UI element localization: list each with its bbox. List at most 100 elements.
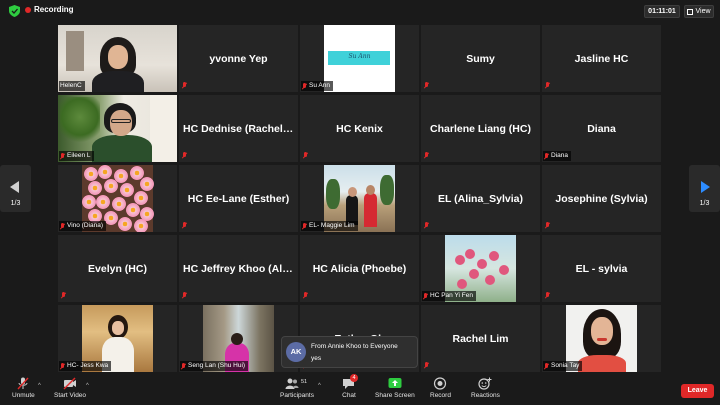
muted-mic-icon: [302, 222, 307, 230]
participant-tile-su-ann[interactable]: Su Ann Su Ann: [300, 25, 419, 92]
muted-mic-icon: [61, 292, 66, 299]
participant-tile-hc-kenix[interactable]: HC Kenix: [300, 95, 419, 162]
muted-mic-icon: [182, 222, 187, 229]
unmute-label: Unmute: [12, 392, 35, 399]
top-bar: Recording 01:11:01 View: [0, 0, 720, 22]
participant-tile-el-sylvia[interactable]: EL - sylvia: [542, 235, 661, 302]
participant-display-name: Jasline HC: [574, 52, 629, 65]
muted-mic-icon: [60, 152, 65, 160]
participants-options-caret-icon[interactable]: ^: [318, 383, 321, 389]
participant-display-name: HC Alicia (Phoebe): [312, 262, 407, 275]
muted-mic-icon: [544, 152, 549, 160]
participant-display-name: HC Kenix: [336, 122, 383, 135]
smiley-plus-icon: [478, 377, 492, 390]
participant-tile-sumy[interactable]: Sumy: [421, 25, 540, 92]
participants-count: 51: [300, 379, 308, 385]
meeting-timer: 01:11:01: [644, 5, 680, 18]
participant-tile-diana[interactable]: Diana Diana: [542, 95, 661, 162]
page-indicator-right: 1/3: [699, 200, 710, 207]
participant-display-name: EL (Alina_Sylvia): [437, 192, 523, 205]
participant-tile-evelyn-hc[interactable]: Evelyn (HC): [58, 235, 177, 302]
view-button[interactable]: View: [684, 5, 714, 18]
share-screen-icon: [388, 378, 402, 388]
participant-tile-el-alina-sylvia[interactable]: EL (Alina_Sylvia): [421, 165, 540, 232]
participant-tile-hc-jess-kwa[interactable]: HC- Jess Kwa: [58, 305, 177, 372]
participant-tile-eileen-l[interactable]: Eileen L: [58, 95, 177, 162]
participant-tile-hc-pan-yi-fen[interactable]: HC Pan Yi Fen: [421, 235, 540, 302]
reactions-label: Reactions: [471, 392, 500, 399]
previous-page-button[interactable]: 1/3: [0, 165, 31, 212]
participant-tile-hc-ee-lane[interactable]: HC Ee-Lane (Esther): [179, 165, 298, 232]
participant-display-name: HC Ee-Lane (Esther): [187, 192, 290, 205]
muted-mic-icon: [60, 222, 65, 230]
participant-display-name: Josephine (Sylvia): [555, 192, 648, 205]
muted-mic-icon: [424, 362, 429, 369]
share-screen-button[interactable]: Share Screen: [375, 377, 415, 399]
participant-tile-sonia-tay[interactable]: Sonia Tay: [542, 305, 661, 372]
participants-icon: [285, 378, 299, 389]
next-page-button[interactable]: 1/3: [689, 165, 720, 212]
participant-display-name: Sumy: [466, 52, 495, 65]
reactions-button[interactable]: Reactions: [471, 377, 500, 399]
muted-microphone-icon: [17, 377, 29, 390]
chat-button[interactable]: 4 Chat: [342, 374, 358, 399]
muted-mic-icon: [182, 152, 187, 159]
muted-mic-icon: [60, 362, 65, 370]
start-video-label: Start Video: [54, 392, 87, 399]
participant-tile-charlene-liang[interactable]: Charlene Liang (HC): [421, 95, 540, 162]
participant-display-name: Evelyn (HC): [88, 262, 147, 275]
participant-tile-josephine-sylvia[interactable]: Josephine (Sylvia): [542, 165, 661, 232]
participant-tile-hc-jeffrey-khoo[interactable]: HC Jeffrey Khoo (Alici...: [179, 235, 298, 302]
participant-name-label: Vino (Diana): [59, 221, 107, 231]
leave-meeting-button[interactable]: Leave: [681, 384, 714, 398]
meeting-toolbar: Unmute ^ Start Video ^ 51 Participants ^…: [0, 374, 720, 405]
chat-message-text: yes: [311, 355, 322, 362]
muted-mic-icon: [424, 82, 429, 89]
video-options-caret-icon[interactable]: ^: [86, 383, 89, 389]
participant-display-name: yvonne Yep: [209, 52, 268, 65]
participant-display-name: Rachel Lim: [452, 332, 509, 345]
name-sign-text: Su Ann: [348, 53, 371, 60]
record-icon: [434, 377, 447, 390]
participant-tile-el-maggie-lim[interactable]: EL- Maggie Lim: [300, 165, 419, 232]
muted-mic-icon: [182, 292, 187, 299]
participant-name-label: Diana: [543, 151, 571, 161]
recording-dot-icon: [25, 7, 31, 13]
participant-name-label: Su Ann: [301, 81, 333, 91]
sender-avatar: AK: [286, 342, 306, 362]
participants-label: Participants: [280, 392, 314, 399]
security-shield-icon[interactable]: [9, 5, 20, 17]
participant-tile-vino-diana[interactable]: Vino (Diana): [58, 165, 177, 232]
participant-tile-jasline-hc[interactable]: Jasline HC: [542, 25, 661, 92]
participant-tile-yvonne-yep[interactable]: yvonne Yep: [179, 25, 298, 92]
participant-name-label: HC Pan Yi Fen: [422, 291, 476, 301]
page-indicator-left: 1/3: [10, 200, 21, 207]
participant-display-name: EL - sylvia: [575, 262, 628, 275]
participant-display-name: HC Jeffrey Khoo (Alici...: [183, 262, 298, 275]
participant-tile-hc-dednise[interactable]: HC Dednise (Rachel L...: [179, 95, 298, 162]
video-off-icon: [63, 377, 77, 390]
participant-display-name: HC Dednise (Rachel L...: [183, 122, 298, 135]
muted-mic-icon: [182, 82, 187, 89]
record-button[interactable]: Record: [430, 377, 451, 399]
audio-options-caret-icon[interactable]: ^: [38, 383, 41, 389]
participants-button[interactable]: 51 Participants: [280, 377, 314, 399]
muted-mic-icon: [544, 362, 549, 370]
muted-mic-icon: [545, 292, 550, 299]
start-video-button[interactable]: Start Video: [54, 377, 86, 399]
grid-view-icon: [687, 8, 694, 15]
share-screen-label: Share Screen: [375, 392, 415, 399]
arrow-right-icon: [701, 181, 710, 193]
participant-tile-hc-alicia-phoebe[interactable]: HC Alicia (Phoebe): [300, 235, 419, 302]
muted-mic-icon: [424, 222, 429, 229]
arrow-left-icon: [10, 181, 19, 193]
unmute-button[interactable]: Unmute: [12, 377, 35, 399]
muted-mic-icon: [181, 362, 186, 370]
chat-notification-popup[interactable]: AK From Annie Khoo to Everyone yes: [281, 336, 418, 368]
muted-mic-icon: [303, 152, 308, 159]
muted-mic-icon: [545, 82, 550, 89]
chat-unread-badge: 4: [350, 374, 358, 382]
recording-label: Recording: [34, 5, 74, 14]
participant-tile-rachel-lim[interactable]: Rachel Lim: [421, 305, 540, 372]
participant-tile-helenc[interactable]: HelenC: [58, 25, 177, 92]
